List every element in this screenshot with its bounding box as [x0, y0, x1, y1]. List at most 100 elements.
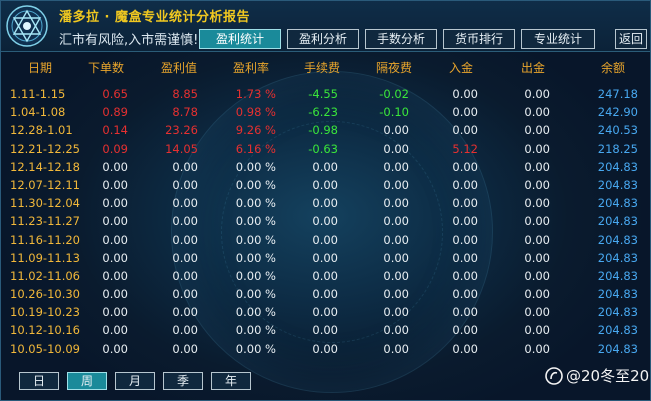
cell-deposit: 0.00	[452, 123, 478, 138]
cell-date: 10.12-10.16	[10, 323, 80, 338]
cell-rate: 1.73 %	[235, 87, 276, 101]
cell-profit: 0.00	[172, 214, 198, 229]
cell-swap: 0.00	[383, 196, 409, 211]
col-rate: 盈利率	[233, 61, 270, 75]
table-row: 11.16-11.20 0.00 0.00 0.00 % 0.00 0.00 0.00 0.0…	[1, 233, 650, 251]
cell-balance: 240.53	[597, 123, 638, 138]
period-week-button[interactable]: 周	[67, 372, 107, 390]
cell-orders: 0.65	[102, 87, 128, 101]
period-year-button[interactable]: 年	[211, 372, 251, 390]
cell-date: 10.05-10.09	[10, 341, 80, 356]
cell-withdraw: 0.00	[524, 141, 550, 156]
col-withdraw: 出金	[521, 61, 546, 75]
cell-date: 11.02-11.06	[10, 268, 80, 283]
cell-withdraw: 0.00	[524, 250, 550, 265]
cell-date: 12.21-12.25	[10, 141, 80, 156]
cell-rate: 0.00 %	[235, 214, 276, 229]
cell-rate: 0.00 %	[235, 341, 276, 356]
cell-deposit: 0.00	[452, 305, 478, 320]
cell-orders: 0.00	[102, 196, 128, 211]
table-row: 12.28-1.01 0.14 23.26 9.26 % -0.98 0.00 0.00 0.…	[1, 123, 650, 141]
cell-date: 11.16-11.20	[10, 232, 80, 247]
cell-deposit: 0.00	[452, 287, 478, 302]
cell-orders: 0.00	[102, 305, 128, 320]
cell-deposit: 0.00	[452, 214, 478, 229]
cell-orders: 0.00	[102, 177, 128, 192]
cell-fee: 0.00	[312, 250, 338, 265]
cell-swap: 0.00	[383, 214, 409, 229]
col-balance: 余额	[601, 61, 626, 75]
cell-balance: 204.83	[597, 323, 638, 338]
watermark: @20冬至20	[545, 365, 649, 386]
cell-date: 1.04-1.08	[10, 105, 66, 120]
cell-profit: 14.05	[165, 141, 198, 156]
cell-deposit: 0.00	[452, 268, 478, 283]
report-window: 潘多拉 · 魔盒专业统计分析报告 汇市有风险,入市需谨慎! 盈利统计 盈利分析 …	[0, 0, 651, 401]
cell-fee: 0.00	[312, 159, 338, 174]
cell-fee: -0.63	[308, 141, 338, 156]
col-orders: 下单数	[88, 61, 125, 75]
cell-swap: 0.00	[383, 341, 409, 356]
cell-deposit: 0.00	[452, 250, 478, 265]
cell-rate: 0.00 %	[235, 232, 276, 247]
cell-balance: 204.83	[597, 177, 638, 192]
cell-date: 10.26-10.30	[10, 287, 80, 302]
cell-orders: 0.09	[102, 141, 128, 156]
tab-profit-analysis[interactable]: 盈利分析	[287, 29, 359, 49]
cell-fee: -4.55	[308, 87, 338, 101]
tab-currency-ranking[interactable]: 货币排行	[443, 29, 515, 49]
cell-orders: 0.00	[102, 323, 128, 338]
cell-deposit: 0.00	[452, 87, 478, 101]
cell-withdraw: 0.00	[524, 287, 550, 302]
cell-rate: 0.00 %	[235, 268, 276, 283]
cell-date: 11.09-11.13	[10, 250, 80, 265]
cell-deposit: 0.00	[452, 105, 478, 120]
cell-date: 11.23-11.27	[10, 214, 80, 229]
cell-deposit: 0.00	[452, 159, 478, 174]
cell-deposit: 0.00	[452, 323, 478, 338]
header-divider	[1, 51, 650, 52]
col-fee: 手续费	[304, 61, 341, 75]
period-quarter-button[interactable]: 季	[163, 372, 203, 390]
table-row: 11.23-11.27 0.00 0.00 0.00 % 0.00 0.00 0.00 0.0…	[1, 214, 650, 232]
col-deposit: 入金	[449, 61, 474, 75]
tab-profit-stats[interactable]: 盈利统计	[199, 29, 281, 49]
header-bar: 潘多拉 · 魔盒专业统计分析报告 汇市有风险,入市需谨慎! 盈利统计 盈利分析 …	[1, 1, 650, 51]
cell-rate: 0.00 %	[235, 177, 276, 192]
cell-swap: -0.02	[379, 87, 409, 101]
tab-lot-analysis[interactable]: 手数分析	[365, 29, 437, 49]
cell-withdraw: 0.00	[524, 232, 550, 247]
cell-orders: 0.00	[102, 287, 128, 302]
cell-rate: 0.00 %	[235, 250, 276, 265]
period-day-button[interactable]: 日	[19, 372, 59, 390]
table-row: 1.04-1.08 0.89 8.78 0.98 % -6.23 -0.10 0.00 0.0…	[1, 105, 650, 123]
cell-fee: 0.00	[312, 287, 338, 302]
cell-swap: 0.00	[383, 159, 409, 174]
cell-rate: 0.00 %	[235, 323, 276, 338]
cell-balance: 204.83	[597, 159, 638, 174]
pandora-logo-icon	[6, 5, 48, 47]
cell-swap: 0.00	[383, 250, 409, 265]
table-header: 日期 下单数 盈利值 盈利率 手续费 隔夜费 入金 出金 余额	[1, 59, 650, 77]
cell-rate: 0.00 %	[235, 196, 276, 211]
cell-profit: 8.78	[172, 105, 198, 120]
cell-balance: 204.83	[597, 196, 638, 211]
cell-fee: 0.00	[312, 323, 338, 338]
cell-balance: 218.25	[597, 141, 638, 156]
cell-profit: 0.00	[172, 232, 198, 247]
cell-withdraw: 0.00	[524, 159, 550, 174]
cell-balance: 204.83	[597, 214, 638, 229]
cell-orders: 0.89	[102, 105, 128, 120]
cell-deposit: 5.12	[452, 141, 478, 156]
cell-fee: -0.98	[308, 123, 338, 138]
tab-pro-stats[interactable]: 专业统计	[521, 29, 595, 49]
table-row: 12.07-12.11 0.00 0.00 0.00 % 0.00 0.00 0.00 0.0…	[1, 178, 650, 196]
cell-swap: -0.10	[379, 105, 409, 120]
cell-fee: 0.00	[312, 341, 338, 356]
cell-withdraw: 0.00	[524, 196, 550, 211]
back-button[interactable]: 返回	[615, 29, 647, 49]
cell-fee: 0.00	[312, 305, 338, 320]
period-month-button[interactable]: 月	[115, 372, 155, 390]
cell-withdraw: 0.00	[524, 305, 550, 320]
table-row: 12.14-12.18 0.00 0.00 0.00 % 0.00 0.00 0.00 0.0…	[1, 160, 650, 178]
